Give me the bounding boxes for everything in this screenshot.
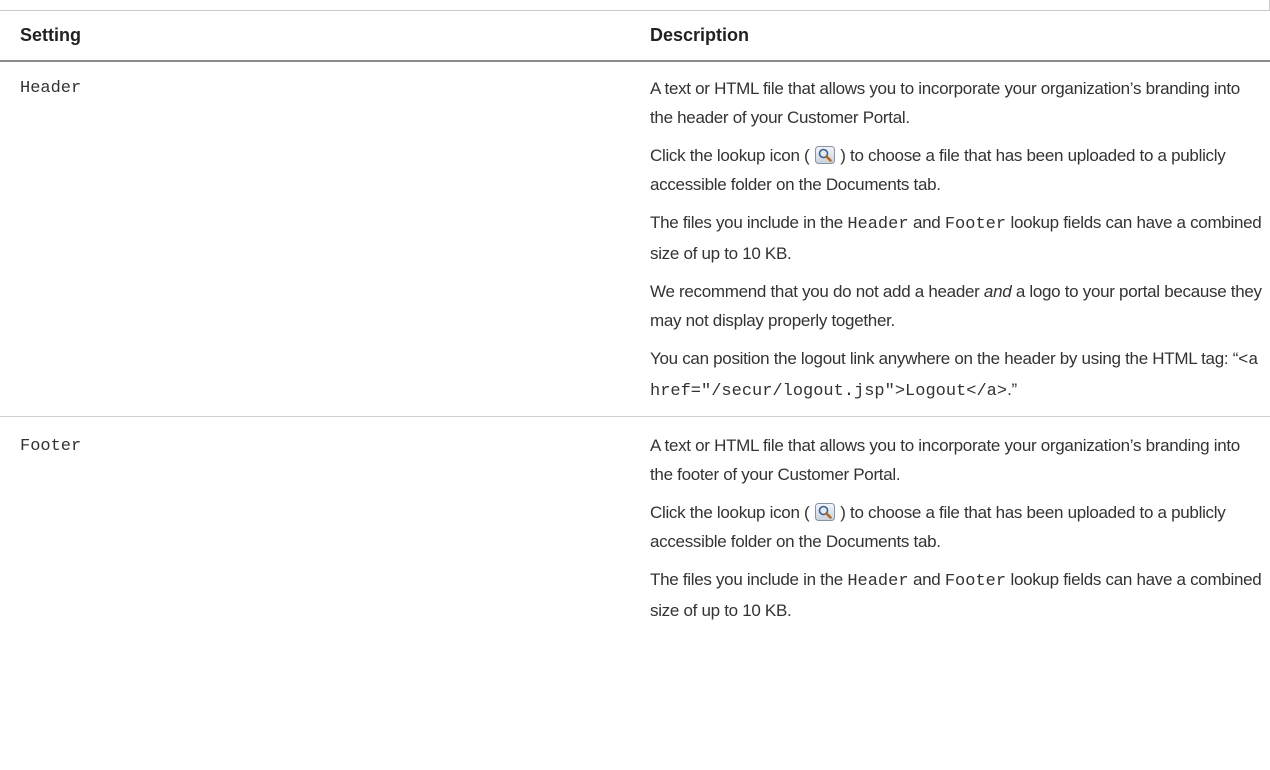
- text-fragment: The files you include in the: [650, 570, 848, 589]
- setting-name: Header: [0, 61, 640, 417]
- code-header-field: Header: [847, 215, 909, 234]
- description-paragraph: Click the lookup icon ( ) to choose a fi…: [650, 141, 1262, 199]
- text-fragment: .”: [1007, 380, 1017, 399]
- column-header-setting: Setting: [0, 10, 640, 62]
- document-page: Setting Description Header A text or HTM…: [0, 0, 1270, 770]
- lookup-icon: [814, 503, 835, 521]
- description-paragraph: You can position the logout link anywher…: [650, 344, 1262, 406]
- text-fragment: and: [908, 213, 945, 232]
- code-footer-field: Footer: [944, 215, 1007, 234]
- settings-table: Setting Description Header A text or HTM…: [0, 10, 1270, 625]
- description-paragraph: The files you include in the Header and …: [650, 565, 1262, 625]
- text-fragment: Click the lookup icon (: [650, 503, 814, 522]
- description-paragraph: The files you include in the Header and …: [650, 208, 1262, 268]
- text-fragment: You can position the logout link anywher…: [650, 349, 1239, 368]
- description-paragraph: We recommend that you do not add a heade…: [650, 277, 1262, 335]
- code-snippet: href="/secur/logout.jsp">Logout</a>: [650, 382, 1008, 401]
- code-header-field: Header: [847, 572, 909, 591]
- lookup-icon: [814, 146, 835, 164]
- emphasis-text: and: [983, 282, 1012, 301]
- setting-name: Footer: [20, 437, 82, 456]
- text-fragment: and: [908, 570, 945, 589]
- description-paragraph: Click the lookup icon ( ) to choose a fi…: [650, 498, 1262, 556]
- column-header-description: Description: [640, 10, 1270, 62]
- text-fragment: Click the lookup icon (: [650, 146, 814, 165]
- description-paragraph: A text or HTML file that allows you to i…: [650, 79, 1240, 127]
- text-fragment: We recommend that you do not add a heade…: [650, 282, 984, 301]
- setting-description: A text or HTML file that allows you to i…: [640, 61, 1270, 417]
- table-row: Footer A text or HTML file that allows y…: [0, 417, 1270, 626]
- table-header-row: Setting Description: [0, 10, 1270, 62]
- text-fragment: The files you include in the: [650, 213, 848, 232]
- code-snippet: <a: [1238, 351, 1259, 370]
- code-footer-field: Footer: [944, 572, 1007, 591]
- table-row: Header A text or HTML file that allows y…: [0, 61, 1270, 417]
- description-paragraph: A text or HTML file that allows you to i…: [650, 436, 1240, 484]
- setting-description: A text or HTML file that allows you to i…: [640, 417, 1270, 626]
